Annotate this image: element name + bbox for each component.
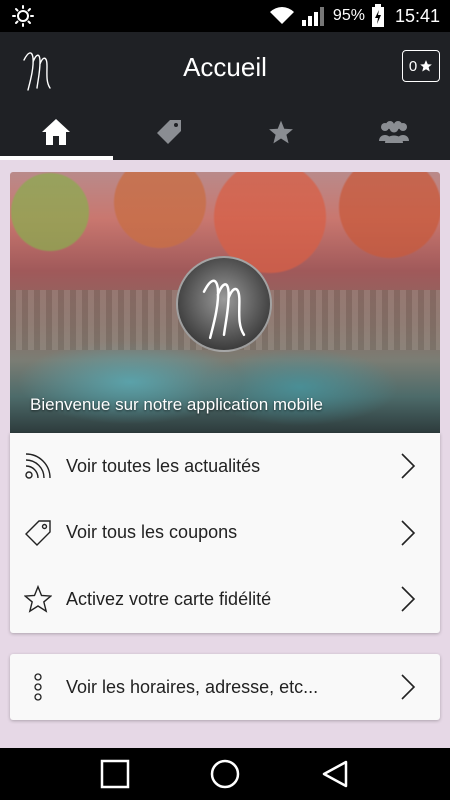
star-icon: [24, 585, 52, 614]
tab-bar: [0, 104, 450, 160]
star-count: 0: [408, 57, 418, 75]
welcome-banner: Bienvenue sur notre application mobile: [10, 172, 440, 433]
welcome-caption: Bienvenue sur notre application mobile: [30, 395, 323, 414]
battery-percent: 95%: [332, 7, 365, 24]
menu-item-label: Voir toutes les actualités: [66, 455, 261, 476]
brand-logo: [202, 279, 246, 340]
menu-item-info[interactable]: Voir les horaires, adresse, etc...: [10, 654, 440, 720]
battery-icon: [371, 4, 384, 27]
star-icon: [269, 120, 294, 144]
brightness-icon: [12, 5, 34, 27]
status-bar: 95% 15:41: [0, 0, 450, 32]
home-icon: [42, 119, 71, 145]
more-dots-icon: [34, 673, 42, 701]
menu-item-label: Activez votre carte fidélité: [66, 588, 272, 609]
info-card: Voir les horaires, adresse, etc...: [10, 654, 440, 720]
chevron-right-icon: [401, 586, 416, 613]
tag-icon: [156, 120, 181, 144]
tab-loyalty[interactable]: [225, 104, 338, 160]
rss-icon: [25, 453, 51, 479]
tab-coupons[interactable]: [113, 104, 226, 160]
menu-item-coupons[interactable]: Voir tous les coupons: [10, 500, 440, 567]
signal-icon: [301, 7, 324, 26]
clock: 15:41: [394, 5, 440, 26]
menu-item-label: Voir les horaires, adresse, etc...: [66, 676, 319, 697]
home-button[interactable]: [209, 758, 241, 790]
chevron-right-icon: [401, 520, 416, 546]
tab-home[interactable]: [0, 104, 113, 160]
app-header: Accueil 0: [0, 32, 450, 104]
menu-item-news[interactable]: Voir toutes les actualités: [10, 433, 440, 500]
page-title: Accueil: [183, 52, 267, 82]
group-icon: [378, 121, 409, 143]
tag-icon: [25, 520, 51, 546]
menu-item-loyalty-card[interactable]: Activez votre carte fidélité: [10, 566, 440, 633]
menu-list: Voir toutes les actualités Voir tous les…: [10, 433, 440, 633]
loyalty-stars-button[interactable]: 0: [402, 50, 440, 82]
recent-apps-button[interactable]: [100, 759, 130, 789]
back-button[interactable]: [320, 759, 350, 789]
tab-community[interactable]: [338, 104, 450, 160]
avatar: [176, 256, 272, 352]
wifi-icon: [269, 7, 294, 24]
chevron-right-icon: [401, 674, 416, 700]
menu-item-label: Voir tous les coupons: [66, 522, 238, 543]
chevron-right-icon: [401, 453, 416, 479]
system-nav-bar: [0, 748, 450, 800]
star-icon: [420, 60, 433, 72]
